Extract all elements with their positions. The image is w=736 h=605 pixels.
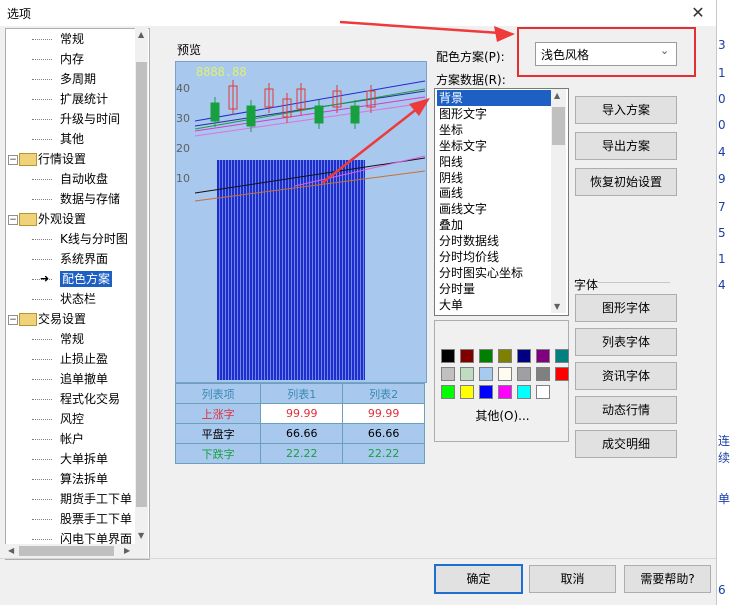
color-swatch[interactable] <box>517 349 531 363</box>
help-button[interactable]: 需要帮助? <box>624 565 711 593</box>
color-swatch[interactable] <box>441 385 455 399</box>
color-swatch[interactable] <box>441 367 455 381</box>
restore-defaults-button[interactable]: 恢复初始设置 <box>575 168 677 196</box>
import-scheme-button[interactable]: 导入方案 <box>575 96 677 124</box>
color-swatch[interactable] <box>498 349 512 363</box>
scheme-data-scroll-thumb[interactable] <box>552 107 565 145</box>
scheme-data-item[interactable]: 分时量 <box>437 281 552 297</box>
scheme-data-item[interactable]: 图形文字 <box>437 106 552 122</box>
color-swatch[interactable] <box>517 367 531 381</box>
scheme-data-list[interactable]: 背景 图形文字 坐标 坐标文字 阳线 阴线 画线 画线文字 叠加 分时数据线 分时均价线 分时图实心坐… <box>434 88 569 316</box>
color-swatch[interactable] <box>479 349 493 363</box>
color-swatch[interactable] <box>441 349 455 363</box>
font-section-header: 字体 <box>574 278 599 292</box>
scheme-data-item[interactable]: 坐标文字 <box>437 138 552 154</box>
info-font-button[interactable]: 资讯字体 <box>575 362 677 390</box>
color-swatch[interactable] <box>498 385 512 399</box>
scroll-down-arrow-icon[interactable]: ▼ <box>554 302 560 311</box>
color-swatch[interactable] <box>479 385 493 399</box>
export-scheme-button[interactable]: 导出方案 <box>575 132 677 160</box>
font-section-divider <box>598 282 670 283</box>
ok-button[interactable]: 确定 <box>434 564 523 594</box>
footer-divider <box>0 558 716 559</box>
color-swatch[interactable] <box>517 385 531 399</box>
arrow-to-scheme <box>339 20 501 35</box>
arrowhead-icon <box>494 26 515 42</box>
color-swatch[interactable] <box>460 385 474 399</box>
scheme-data-item[interactable]: 画线文字 <box>437 201 552 217</box>
scheme-data-item[interactable]: 画线 <box>437 185 552 201</box>
scheme-data-item[interactable]: 分时图实心坐标 <box>437 265 552 281</box>
color-swatch[interactable] <box>536 349 550 363</box>
color-swatch[interactable] <box>536 385 550 399</box>
arrow-to-background <box>321 107 419 184</box>
trade-detail-button[interactable]: 成交明细 <box>575 430 677 458</box>
scheme-data-item[interactable]: 阴线 <box>437 170 552 186</box>
list-font-button[interactable]: 列表字体 <box>575 328 677 356</box>
color-swatch[interactable] <box>555 367 569 381</box>
scheme-data-item[interactable]: 阳线 <box>437 154 552 170</box>
other-color-button[interactable]: 其他(O)... <box>450 405 555 427</box>
scheme-data-item[interactable]: 分时均价线 <box>437 249 552 265</box>
scheme-data-item[interactable]: 叠加 <box>437 217 552 233</box>
scheme-data-item[interactable]: 大单 <box>437 297 552 313</box>
scheme-data-label: 方案数据(R): <box>436 73 506 87</box>
scheme-data-item[interactable]: 分时数据线 <box>437 233 552 249</box>
color-swatch[interactable] <box>479 367 493 381</box>
scheme-data-item[interactable]: 背景 <box>437 90 552 106</box>
cancel-button[interactable]: 取消 <box>529 565 616 593</box>
scroll-up-arrow-icon[interactable]: ▲ <box>554 91 560 100</box>
color-swatch[interactable] <box>460 367 474 381</box>
graph-font-button[interactable]: 图形字体 <box>575 294 677 322</box>
dynamic-quote-button[interactable]: 动态行情 <box>575 396 677 424</box>
color-swatch[interactable] <box>555 349 569 363</box>
scheme-data-item[interactable]: 坐标 <box>437 122 552 138</box>
color-swatch[interactable] <box>498 367 512 381</box>
color-swatch[interactable] <box>536 367 550 381</box>
color-swatch[interactable] <box>460 349 474 363</box>
